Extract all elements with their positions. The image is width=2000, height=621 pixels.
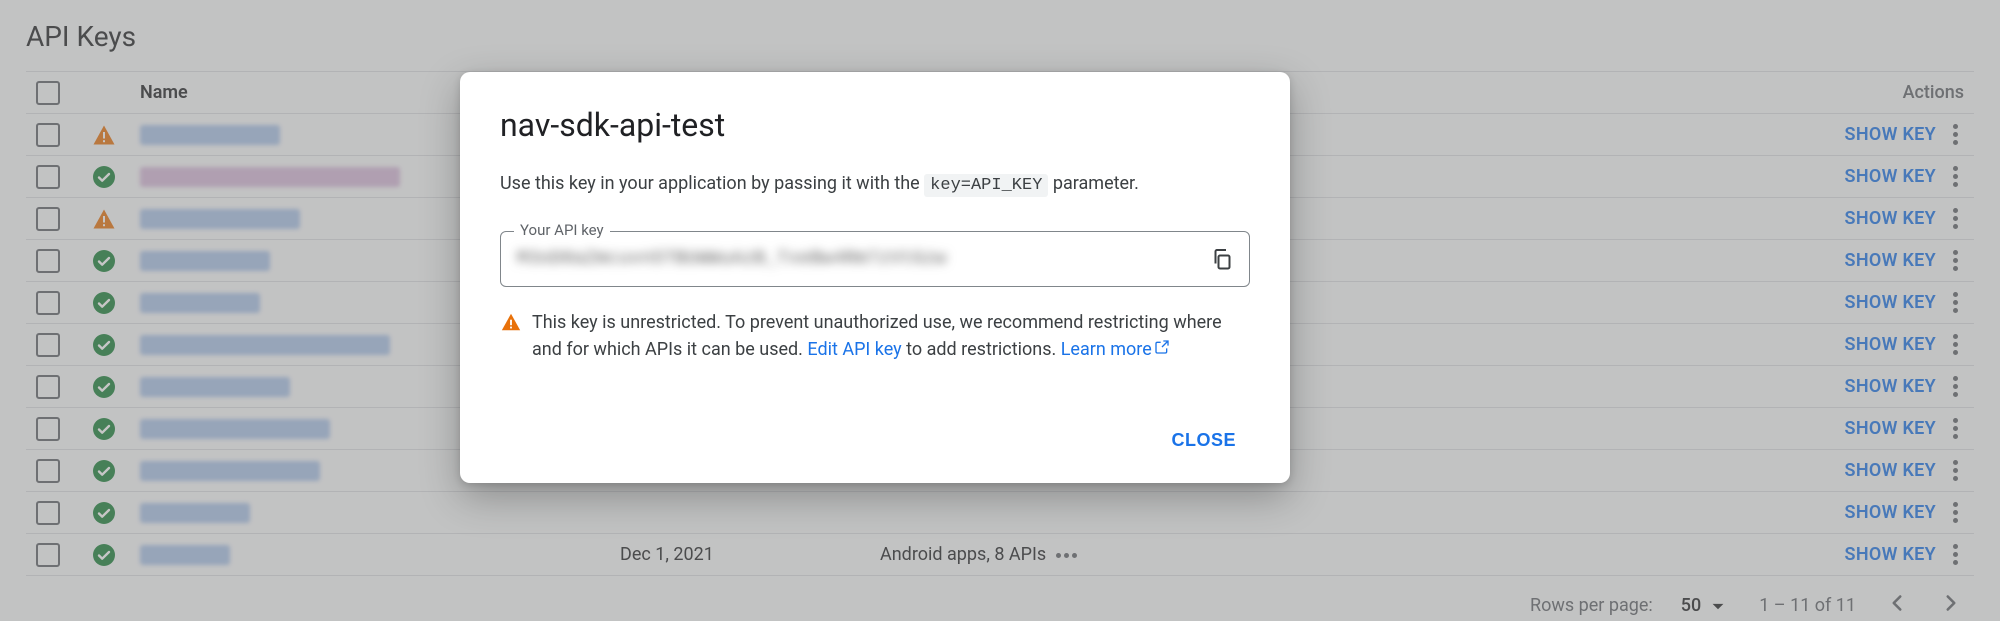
api-key-value: M3oD8aZmcuvn5TBUWWuAzB_TxeBw4Rm7zVtGzw	[517, 249, 1193, 269]
external-link-icon	[1154, 339, 1170, 355]
learn-more-link[interactable]: Learn more	[1061, 339, 1170, 360]
api-key-field-label: Your API key	[514, 221, 610, 239]
dialog-body-prefix: Use this key in your application by pass…	[500, 173, 924, 194]
api-key-field[interactable]: M3oD8aZmcuvn5TBUWWuAzB_TxeBw4Rm7zVtGzw	[500, 231, 1250, 287]
copy-api-key-button[interactable]	[1208, 245, 1236, 273]
api-key-dialog: nav-sdk-api-test Use this key in your ap…	[460, 72, 1290, 483]
dialog-body-suffix: parameter.	[1048, 173, 1138, 194]
close-button[interactable]: CLOSE	[1157, 420, 1250, 461]
copy-icon	[1210, 247, 1234, 271]
dialog-title: nav-sdk-api-test	[500, 106, 1250, 144]
dialog-body-code: key=API_KEY	[924, 174, 1048, 197]
warning-icon	[500, 311, 522, 365]
warning-text: This key is unrestricted. To prevent una…	[532, 309, 1250, 365]
edit-api-key-link[interactable]: Edit API key	[807, 339, 901, 360]
